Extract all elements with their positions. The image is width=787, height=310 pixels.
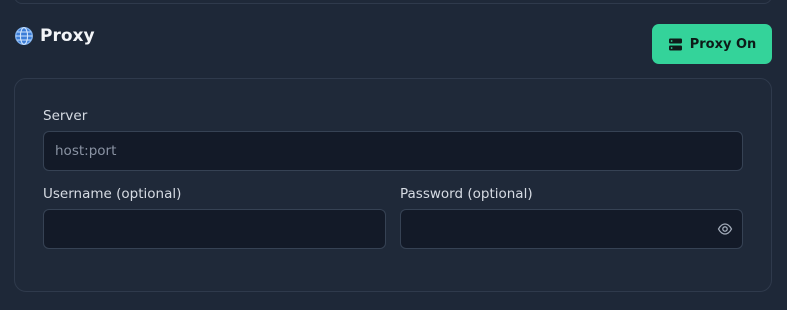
server-input[interactable] [43,131,743,171]
password-label: Password (optional) [400,186,533,202]
show-password-toggle[interactable] [716,220,734,238]
proxy-settings-panel: Server Username (optional) Password (opt… [14,78,772,292]
proxy-toggle-button[interactable]: Proxy On [652,24,772,64]
eye-icon [717,223,733,235]
server-label: Server [43,108,88,124]
globe-icon [15,27,33,45]
username-input[interactable] [43,209,386,249]
section-title: Proxy [14,26,95,46]
previous-card-edge [14,0,772,4]
password-input[interactable] [400,209,743,249]
proxy-toggle-label: Proxy On [689,36,757,52]
section-title-text: Proxy [40,26,95,46]
proxy-section-header: Proxy Proxy On [14,24,772,66]
username-label: Username (optional) [43,186,182,202]
server-icon [668,38,682,50]
